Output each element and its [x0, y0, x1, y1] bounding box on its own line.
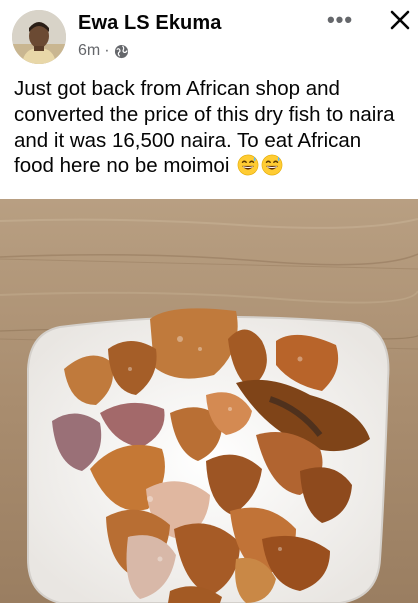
- more-icon: •••: [326, 7, 354, 32]
- post-text: Just got back from African shop and conv…: [14, 76, 406, 179]
- grinning-sweat-emoji: [237, 154, 259, 176]
- post-header: Ewa LS Ekuma 6m · •••: [0, 0, 418, 72]
- meta-separator: ·: [104, 42, 110, 59]
- more-button[interactable]: •••: [324, 6, 356, 34]
- close-button[interactable]: [384, 4, 416, 36]
- avatar-photo: [12, 10, 66, 64]
- dry-fish-plate-image: [0, 199, 418, 603]
- close-icon: [390, 10, 410, 30]
- post-photo[interactable]: [0, 199, 418, 603]
- post-text-content: Just got back from African shop and conv…: [14, 77, 395, 178]
- avatar[interactable]: [12, 10, 66, 64]
- post-time[interactable]: 6m: [78, 42, 100, 60]
- globe-icon[interactable]: [114, 44, 129, 59]
- author-name[interactable]: Ewa LS Ekuma: [78, 12, 221, 35]
- post-meta: 6m ·: [78, 42, 129, 60]
- grinning-sweat-emoji: [261, 154, 283, 176]
